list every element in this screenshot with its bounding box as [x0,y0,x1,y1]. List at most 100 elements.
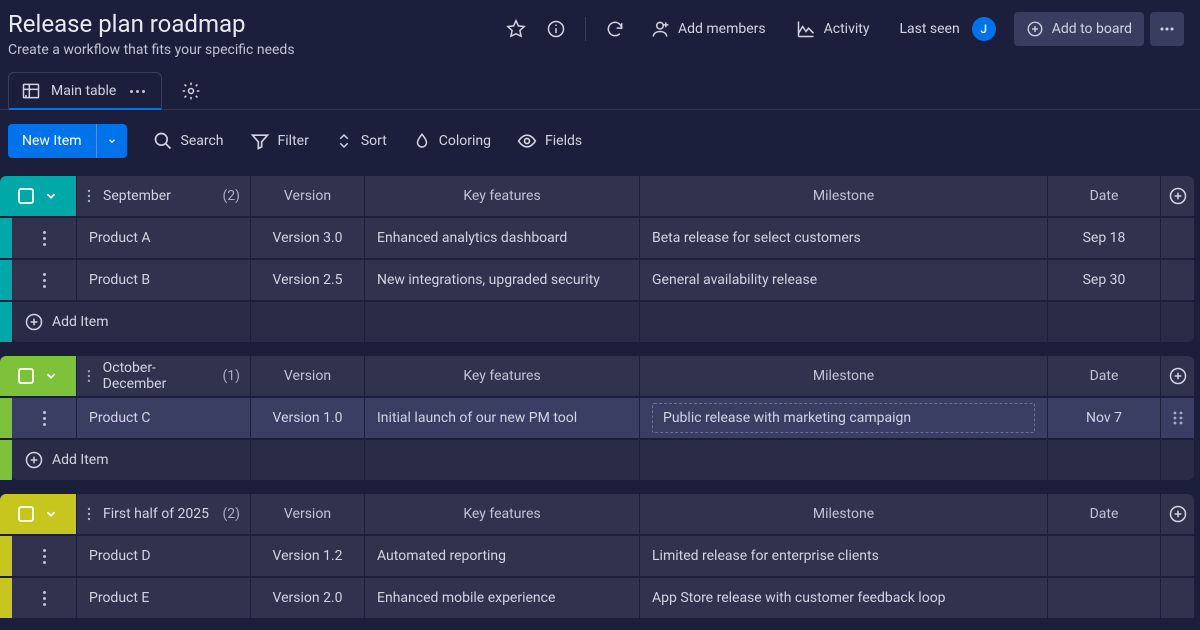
row-menu-button[interactable] [12,578,76,618]
tab-main-table[interactable]: Main table [8,72,162,109]
group-title-cell[interactable]: September (2) [76,176,250,216]
add-column-button[interactable] [1160,176,1194,216]
row-menu-button[interactable] [12,218,76,258]
group-name: October-December [103,360,215,392]
item-name[interactable]: Product D [76,536,250,576]
cell-milestone[interactable]: Beta release for select customers [639,218,1047,258]
add-item-label: Add Item [52,314,109,330]
row-color-bar [0,260,12,300]
row-color-bar [0,302,12,342]
activity-label: Activity [824,21,870,37]
table-row[interactable]: Product A Version 3.0 Enhanced analytics… [0,218,1200,258]
sync-button[interactable] [598,12,632,46]
table-row[interactable]: Product B Version 2.5 New integrations, … [0,260,1200,300]
page-subtitle: Create a workflow that fits your specifi… [8,42,295,58]
row-menu-button[interactable] [12,260,76,300]
item-name[interactable]: Product B [76,260,250,300]
add-to-board-label: Add to board [1052,21,1132,37]
column-header-date[interactable]: Date [1047,356,1160,396]
activity-icon [796,19,816,39]
blank-cell [1160,440,1194,480]
group-title-cell[interactable]: First half of 2025 (2) [76,494,250,534]
cell-date[interactable]: Sep 18 [1047,218,1160,258]
column-header-milestone[interactable]: Milestone [639,494,1047,534]
group-handle[interactable] [0,356,76,396]
group-october-december: October-December (1) Version Key feature… [0,356,1200,480]
tab-more-button[interactable] [126,90,149,93]
table-row[interactable]: Product D Version 1.2 Automated reportin… [0,536,1200,576]
cell-date[interactable]: Nov 7 [1047,398,1160,438]
table-row[interactable]: Product E Version 2.0 Enhanced mobile ex… [0,578,1200,618]
add-item-button[interactable]: Add Item [12,302,250,342]
chevron-down-icon [44,507,58,521]
new-item-button[interactable]: New Item [8,124,127,158]
cell-features[interactable]: Initial launch of our new PM tool [364,398,639,438]
search-button[interactable]: Search [153,131,224,151]
add-members-button[interactable]: Add members [638,12,778,46]
blank-cell [1160,302,1194,342]
cell-version[interactable]: Version 2.0 [250,578,364,618]
favorite-button[interactable] [499,12,533,46]
info-button[interactable] [539,12,573,46]
fields-button[interactable]: Fields [517,131,582,151]
row-menu-button[interactable] [12,536,76,576]
group-handle[interactable] [0,176,76,216]
item-name[interactable]: Product E [76,578,250,618]
column-header-version[interactable]: Version [250,356,364,396]
group-checkbox[interactable] [18,188,34,204]
group-count: (1) [222,368,240,384]
cell-date[interactable] [1047,536,1160,576]
cell-version[interactable]: Version 3.0 [250,218,364,258]
cell-date[interactable]: Sep 30 [1047,260,1160,300]
cell-features[interactable]: Enhanced analytics dashboard [364,218,639,258]
drop-icon [413,132,431,150]
cell-version[interactable]: Version 1.0 [250,398,364,438]
new-item-dropdown[interactable] [96,124,127,158]
milestone-edit-field[interactable]: Public release with marketing campaign [652,403,1035,433]
add-item-button[interactable]: Add Item [12,440,250,480]
cell-features[interactable]: New integrations, upgraded security [364,260,639,300]
add-column-button[interactable] [1160,494,1194,534]
column-header-version[interactable]: Version [250,176,364,216]
row-color-bar [0,398,12,438]
view-settings-button[interactable] [174,74,208,108]
group-checkbox[interactable] [18,368,34,384]
table-row[interactable]: Product C Version 1.0 Initial launch of … [0,398,1200,438]
cell-features[interactable]: Automated reporting [364,536,639,576]
group-title-cell[interactable]: October-December (1) [76,356,250,396]
row-menu-button[interactable] [12,398,76,438]
chevron-down-icon [107,136,117,146]
sort-button[interactable]: Sort [335,132,387,150]
cell-date[interactable] [1047,578,1160,618]
cell-version[interactable]: Version 2.5 [250,260,364,300]
filter-label: Filter [278,133,309,149]
row-color-bar [0,440,12,480]
last-seen-button[interactable]: Last seen J [887,12,1007,46]
group-handle[interactable] [0,494,76,534]
add-to-board-button[interactable]: Add to board [1014,12,1144,46]
coloring-button[interactable]: Coloring [413,132,491,150]
column-header-features[interactable]: Key features [364,356,639,396]
filter-button[interactable]: Filter [250,131,309,151]
cell-milestone[interactable]: Limited release for enterprise clients [639,536,1047,576]
item-name[interactable]: Product A [76,218,250,258]
cell-milestone[interactable]: App Store release with customer feedback… [639,578,1047,618]
row-end[interactable] [1160,398,1194,438]
column-header-date[interactable]: Date [1047,176,1160,216]
column-header-features[interactable]: Key features [364,176,639,216]
cell-milestone[interactable]: Public release with marketing campaign [639,398,1047,438]
group-checkbox[interactable] [18,506,34,522]
cell-version[interactable]: Version 1.2 [250,536,364,576]
cell-milestone[interactable]: General availability release [639,260,1047,300]
more-menu-button[interactable] [1150,12,1184,46]
add-column-button[interactable] [1160,356,1194,396]
cell-features[interactable]: Enhanced mobile experience [364,578,639,618]
divider [585,17,586,41]
activity-button[interactable]: Activity [784,12,882,46]
column-header-milestone[interactable]: Milestone [639,176,1047,216]
column-header-version[interactable]: Version [250,494,364,534]
column-header-milestone[interactable]: Milestone [639,356,1047,396]
column-header-features[interactable]: Key features [364,494,639,534]
item-name[interactable]: Product C [76,398,250,438]
column-header-date[interactable]: Date [1047,494,1160,534]
